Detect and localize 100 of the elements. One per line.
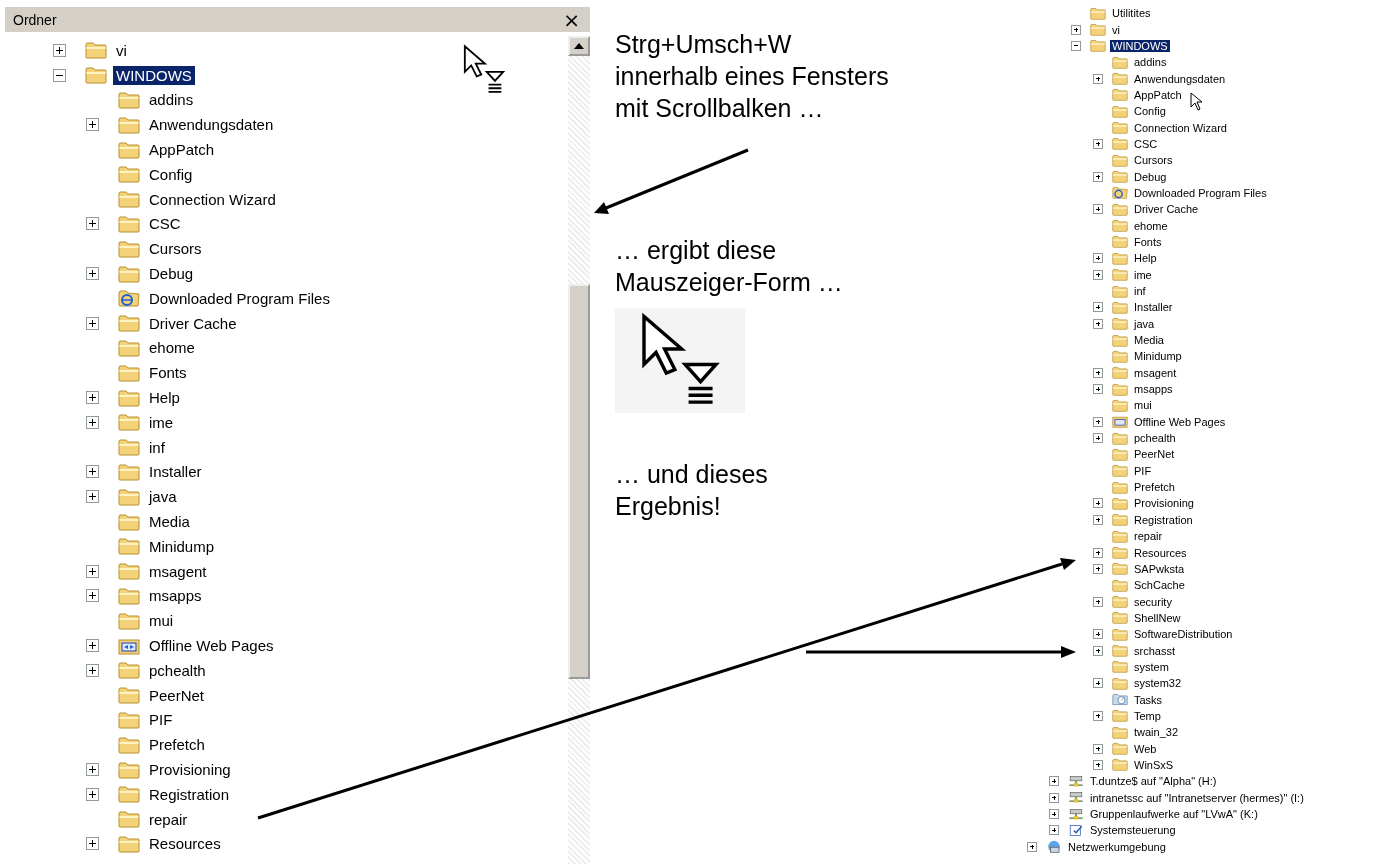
expander-box[interactable] [1093,547,1103,558]
folder-label[interactable]: PIF [146,710,176,730]
expander-box[interactable] [1093,743,1103,754]
folder-label[interactable]: Provisioning [146,760,234,779]
folder-label[interactable]: Installer [146,462,205,482]
expander-box[interactable] [86,837,99,851]
folder-label[interactable]: vi [1110,23,1122,36]
expander-box[interactable] [1093,678,1103,689]
folder-label[interactable]: Offline Web Pages [1132,415,1228,428]
expander-box[interactable] [1093,645,1103,656]
folder-label[interactable]: Offline Web Pages [146,636,277,655]
expander-box[interactable] [1093,563,1103,574]
expander-box[interactable] [1093,384,1103,395]
expander-box[interactable] [53,43,66,57]
folder-label[interactable]: Prefetch [146,735,208,755]
folder-label[interactable]: repair [146,809,191,829]
expander-box[interactable] [1093,710,1103,721]
folder-label[interactable]: PeerNet [146,685,208,705]
expander-box[interactable] [1071,40,1081,51]
folder-label[interactable]: Provisioning [1132,497,1196,510]
folder-label[interactable]: Connection Wizard [1132,121,1229,134]
folder-label[interactable]: Driver Cache [1132,203,1201,216]
folder-label[interactable]: twain_32 [1132,726,1181,739]
folder-label[interactable]: vi [113,40,130,60]
folder-label[interactable]: WINDOWS [113,65,195,85]
folder-label[interactable]: Anwendungsdaten [1132,72,1228,85]
expander-box[interactable] [1093,204,1103,215]
folder-label[interactable]: msagent [1132,366,1179,379]
expander-box[interactable] [86,118,99,132]
folder-label[interactable]: system [1132,660,1171,673]
expander-box[interactable] [1049,792,1059,803]
vertical-scrollbar[interactable] [568,36,590,864]
folder-label[interactable]: Prefetch [1132,481,1177,494]
folder-label[interactable]: Driver Cache [146,313,240,333]
folder-label[interactable]: Utilitites [1110,7,1153,20]
expander-box[interactable] [86,663,99,677]
expander-box[interactable] [1093,253,1103,264]
folder-label[interactable]: security [1132,595,1174,608]
folder-label[interactable]: Fonts [146,363,190,383]
folder-label[interactable]: Tasks [1132,693,1165,706]
expander-box[interactable] [1093,269,1103,280]
folder-label[interactable]: msapps [146,586,205,606]
folder-label[interactable]: ime [1132,268,1154,281]
expander-box[interactable] [86,763,99,776]
folder-label[interactable]: mui [1132,399,1154,412]
expander-box[interactable] [86,787,99,801]
expander-box[interactable] [1093,760,1103,770]
folder-label[interactable]: T.duntze$ auf "Alpha" (H:) [1088,775,1219,788]
folder-label[interactable]: Systemsteuerung [1088,824,1178,837]
folder-label[interactable]: AppPatch [146,140,218,160]
folder-label[interactable]: Netzwerkumgebung [1066,840,1168,853]
folder-label[interactable]: PeerNet [1132,448,1177,461]
folder-label[interactable]: system32 [1132,677,1184,690]
folder-label[interactable]: SAPwksta [1132,562,1187,575]
expander-box[interactable] [1093,416,1103,427]
folder-label[interactable]: Debug [1132,170,1169,183]
expander-box[interactable] [1093,73,1103,84]
expander-box[interactable] [1093,171,1103,182]
expander-box[interactable] [1093,596,1103,607]
folder-label[interactable]: Config [1132,105,1168,118]
scroll-up-button[interactable] [568,36,590,56]
folder-label[interactable]: addins [1132,56,1169,69]
expander-box[interactable] [1049,825,1059,836]
folder-label[interactable]: ShellNew [1132,611,1183,624]
folder-label[interactable]: Connection Wizard [146,189,279,209]
expander-box[interactable] [1093,629,1103,640]
folder-label[interactable]: pchealth [1132,432,1178,445]
folder-label[interactable]: WINDOWS [1110,39,1170,52]
folder-label[interactable]: intranetssc auf "Intranetserver (hermes)" (I:) [1088,791,1306,804]
folder-label[interactable]: Media [146,512,193,532]
expander-box[interactable] [1093,433,1103,444]
folder-label[interactable]: Resources [146,834,224,854]
folder-label[interactable]: Web [1132,742,1159,755]
folder-label[interactable]: Help [146,388,183,408]
folder-label[interactable]: Minidump [1132,350,1184,363]
folder-label[interactable]: Temp [1132,709,1163,722]
folder-label[interactable]: inf [1132,285,1148,297]
close-button[interactable]: × [561,9,582,30]
folder-label[interactable]: Registration [1132,513,1195,526]
folder-label[interactable]: Cursors [1132,154,1175,167]
scroll-thumb[interactable] [568,284,590,679]
folder-label[interactable]: AppPatch [1132,88,1184,101]
expander-box[interactable] [86,267,99,281]
folder-label[interactable]: CSC [146,214,184,234]
folder-label[interactable]: java [146,487,180,507]
folder-label[interactable]: repair [1132,530,1165,543]
folder-label[interactable]: Gruppenlaufwerke auf "LVwA" (K:) [1088,808,1260,820]
folder-label[interactable]: ime [146,412,177,432]
folder-label[interactable]: ehome [146,338,198,358]
expander-box[interactable] [1093,514,1103,525]
folder-label[interactable]: addins [146,90,197,110]
folder-label[interactable]: Downloaded Program Files [146,288,333,308]
folder-label[interactable]: mui [146,611,177,631]
expander-box[interactable] [86,589,99,603]
folder-label[interactable]: msapps [1132,383,1175,396]
folder-label[interactable]: Config [146,164,196,184]
folder-label[interactable]: WinSxS [1132,759,1176,771]
folder-label[interactable]: CSC [1132,137,1160,150]
expander-box[interactable] [86,316,99,330]
expander-box[interactable] [53,68,66,82]
